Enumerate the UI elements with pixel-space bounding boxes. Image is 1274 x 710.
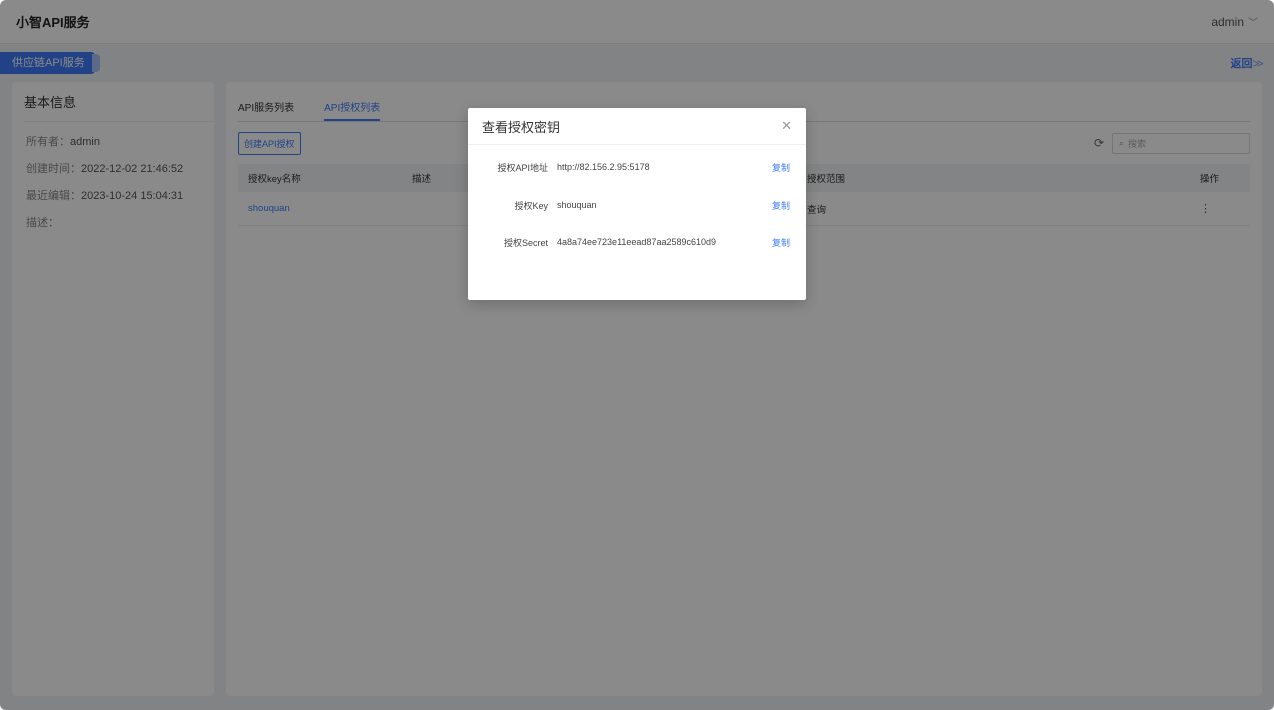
copy-auth-secret-button[interactable]: 复制 — [772, 236, 790, 249]
api-address-label: 授权API地址 — [497, 162, 548, 173]
auth-key-value: shouquan — [557, 200, 597, 210]
view-secret-dialog: 查看授权密钥 ✕ 授权API地址 http://82.156.2.95:5178… — [468, 108, 806, 300]
copy-auth-key-button[interactable]: 复制 — [772, 199, 790, 212]
api-address-row: 授权API地址 http://82.156.2.95:5178 复制 — [468, 160, 806, 174]
auth-key-label: 授权Key — [514, 200, 548, 211]
auth-secret-label: 授权Secret — [503, 237, 548, 248]
auth-key-row: 授权Key shouquan 复制 — [468, 198, 806, 212]
dialog-title: 查看授权密钥 — [482, 119, 561, 135]
modal-mask[interactable] — [0, 0, 1274, 710]
close-icon[interactable]: ✕ — [781, 118, 792, 134]
auth-secret-value: 4a8a74ee723e11eead87aa2589c610d9 — [557, 237, 716, 247]
api-address-value: http://82.156.2.95:5178 — [557, 162, 650, 172]
dialog-header: 查看授权密钥 ✕ — [468, 108, 806, 145]
auth-secret-row: 授权Secret 4a8a74ee723e11eead87aa2589c610d… — [468, 235, 806, 249]
copy-api-address-button[interactable]: 复制 — [772, 161, 790, 174]
